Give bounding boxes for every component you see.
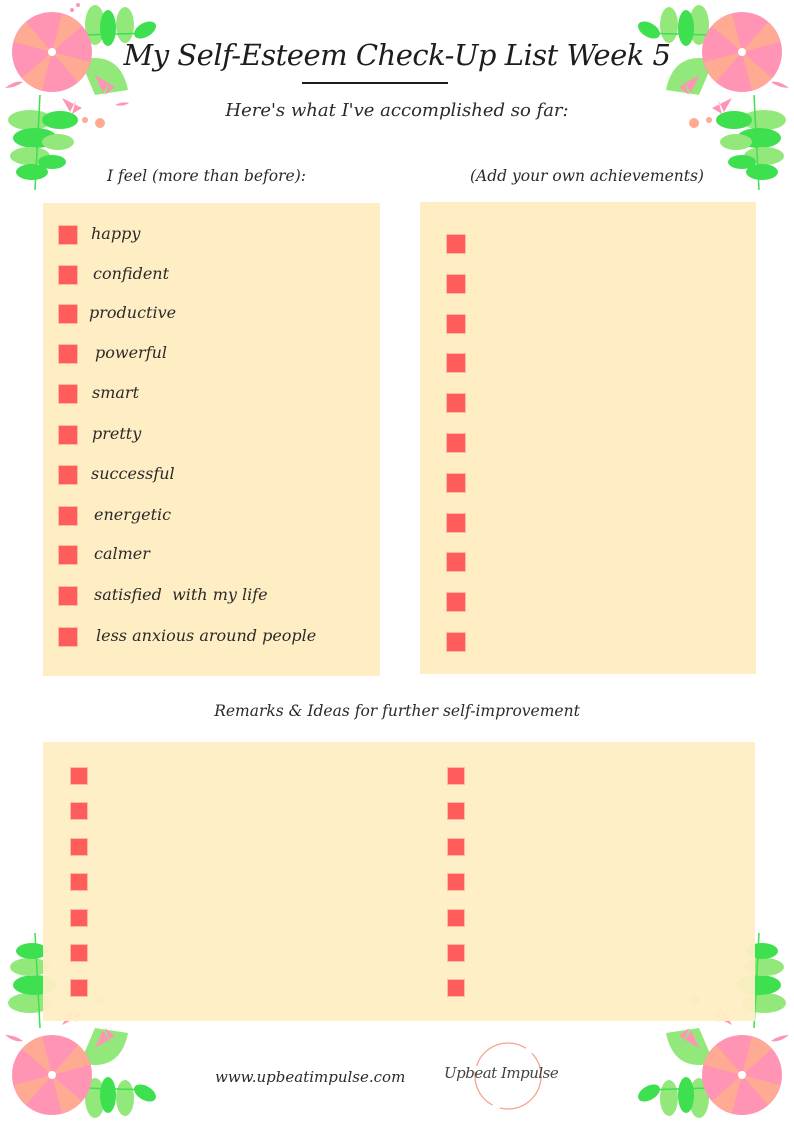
feeling-checkbox[interactable] bbox=[58, 425, 78, 445]
feeling-label: confident bbox=[93, 264, 170, 283]
feelings-heading: I feel (more than before): bbox=[107, 167, 306, 185]
remark-checkbox-left[interactable] bbox=[70, 802, 88, 821]
achievement-checkbox[interactable] bbox=[446, 472, 466, 493]
achievement-checkbox[interactable] bbox=[446, 273, 466, 294]
feeling-checkbox[interactable] bbox=[58, 225, 78, 245]
remark-checkbox-left[interactable] bbox=[70, 767, 88, 785]
achievement-checkbox[interactable] bbox=[446, 433, 466, 453]
remarks-panel bbox=[43, 742, 755, 1021]
achievement-checkbox[interactable] bbox=[446, 393, 466, 414]
remark-checkbox-left[interactable] bbox=[70, 944, 88, 962]
feeling-label: productive bbox=[89, 303, 177, 322]
feeling-checkbox[interactable] bbox=[58, 265, 78, 285]
feeling-label: successful bbox=[91, 464, 175, 483]
title-underline bbox=[302, 82, 448, 84]
feeling-checkbox[interactable] bbox=[58, 344, 78, 364]
feeling-checkbox[interactable] bbox=[58, 545, 78, 565]
feeling-checkbox[interactable] bbox=[58, 465, 78, 485]
feeling-label: calmer bbox=[94, 544, 150, 563]
feeling-checkbox[interactable] bbox=[58, 304, 78, 324]
achievement-checkbox[interactable] bbox=[446, 512, 466, 533]
footer-url[interactable]: www.upbeatimpulse.com bbox=[215, 1068, 405, 1086]
achievement-checkbox[interactable] bbox=[446, 632, 466, 652]
achievements-panel bbox=[420, 202, 756, 674]
achievement-checkbox[interactable] bbox=[446, 552, 466, 573]
feeling-checkbox[interactable] bbox=[58, 627, 78, 647]
feeling-label: pretty bbox=[92, 424, 142, 443]
feeling-label: less anxious around people bbox=[96, 626, 317, 645]
feeling-label: smart bbox=[92, 383, 139, 402]
feeling-label: satisfied with my life bbox=[94, 585, 268, 604]
logo-text: Upbeat Impulse bbox=[444, 1064, 559, 1082]
remark-checkbox-right[interactable] bbox=[447, 802, 465, 821]
remark-checkbox-right[interactable] bbox=[447, 767, 465, 785]
remark-checkbox-left[interactable] bbox=[70, 873, 88, 892]
page-title: My Self-Esteem Check-Up List Week 5 bbox=[123, 38, 672, 72]
remark-checkbox-right[interactable] bbox=[447, 873, 465, 892]
remarks-heading: Remarks & Ideas for further self-improve… bbox=[214, 702, 580, 720]
brand-logo: Upbeat Impulse bbox=[440, 1040, 570, 1112]
remark-checkbox-left[interactable] bbox=[70, 908, 88, 927]
feeling-checkbox[interactable] bbox=[58, 586, 78, 606]
remark-checkbox-right[interactable] bbox=[447, 908, 465, 927]
achievement-checkbox[interactable] bbox=[446, 353, 466, 374]
remark-checkbox-right[interactable] bbox=[447, 944, 465, 962]
feeling-checkbox[interactable] bbox=[58, 506, 78, 526]
achievement-checkbox[interactable] bbox=[446, 313, 466, 334]
achievement-checkbox[interactable] bbox=[446, 234, 466, 254]
remark-checkbox-left[interactable] bbox=[70, 837, 88, 856]
feeling-label: energetic bbox=[94, 505, 172, 524]
achievements-heading: (Add your own achievements) bbox=[470, 167, 704, 185]
remark-checkbox-right[interactable] bbox=[447, 979, 465, 998]
feeling-label: powerful bbox=[95, 343, 168, 362]
remark-checkbox-left[interactable] bbox=[70, 979, 88, 998]
page-subtitle: Here's what I've accomplished so far: bbox=[225, 100, 569, 121]
remark-checkbox-right[interactable] bbox=[447, 837, 465, 856]
feeling-label: happy bbox=[91, 224, 141, 243]
feeling-checkbox[interactable] bbox=[58, 384, 78, 404]
achievement-checkbox[interactable] bbox=[446, 592, 466, 613]
